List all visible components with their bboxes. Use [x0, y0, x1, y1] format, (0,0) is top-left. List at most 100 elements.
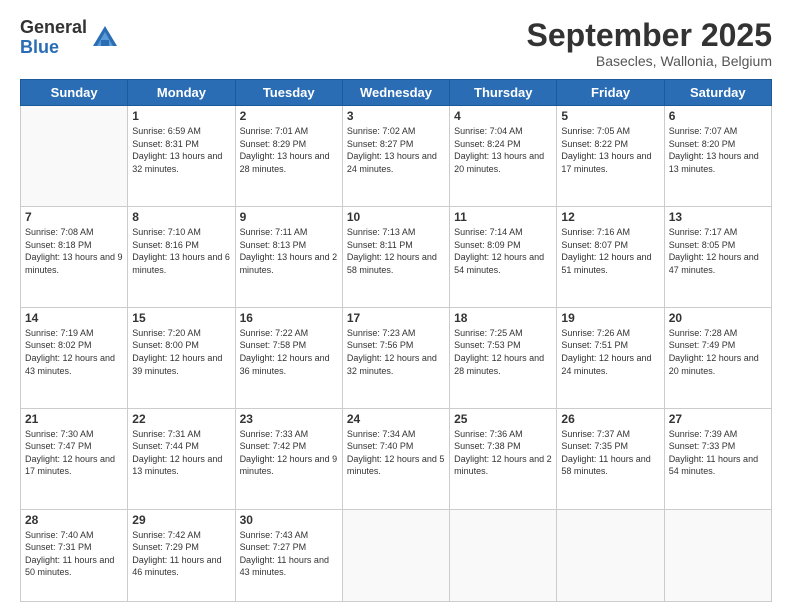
- table-row: 22Sunrise: 7:31 AMSunset: 7:44 PMDayligh…: [128, 408, 235, 509]
- day-info-line: Daylight: 12 hours and 43 minutes.: [25, 353, 115, 376]
- logo-icon: [91, 24, 119, 52]
- day-info-line: Daylight: 11 hours and 54 minutes.: [669, 454, 758, 477]
- day-info-line: Sunset: 7:51 PM: [561, 340, 628, 350]
- day-number: 2: [240, 109, 338, 123]
- day-info-line: Sunset: 7:53 PM: [454, 340, 521, 350]
- day-number: 10: [347, 210, 445, 224]
- day-info: Sunrise: 7:34 AMSunset: 7:40 PMDaylight:…: [347, 428, 445, 478]
- day-info-line: Sunset: 8:27 PM: [347, 139, 414, 149]
- day-info-line: Daylight: 12 hours and 13 minutes.: [132, 454, 222, 477]
- day-number: 23: [240, 412, 338, 426]
- day-info-line: Sunrise: 7:42 AM: [132, 530, 201, 540]
- day-info-line: Sunrise: 7:08 AM: [25, 227, 94, 237]
- day-info: Sunrise: 7:01 AMSunset: 8:29 PMDaylight:…: [240, 125, 338, 175]
- table-row: 5 Sunrise: 7:05 AMSunset: 8:22 PMDaylight…: [557, 106, 664, 207]
- table-row: 16Sunrise: 7:22 AMSunset: 7:58 PMDayligh…: [235, 307, 342, 408]
- day-number: 7: [25, 210, 123, 224]
- logo: General Blue: [20, 18, 119, 58]
- day-info-line: Daylight: 12 hours and 47 minutes.: [669, 252, 759, 275]
- day-info: Sunrise: 7:08 AMSunset: 8:18 PMDaylight:…: [25, 226, 123, 276]
- day-info-line: Sunset: 8:16 PM: [132, 240, 199, 250]
- day-info-line: Daylight: 12 hours and 39 minutes.: [132, 353, 222, 376]
- day-number: 29: [132, 513, 230, 527]
- table-row: [450, 509, 557, 602]
- day-info-line: Sunrise: 7:40 AM: [25, 530, 94, 540]
- header-monday: Monday: [128, 80, 235, 106]
- day-info-line: Daylight: 12 hours and 51 minutes.: [561, 252, 651, 275]
- day-info: Sunrise: 7:23 AMSunset: 7:56 PMDaylight:…: [347, 327, 445, 377]
- day-info-line: Sunset: 7:27 PM: [240, 542, 307, 552]
- day-number: 16: [240, 311, 338, 325]
- day-info-line: Sunrise: 7:31 AM: [132, 429, 201, 439]
- table-row: 30Sunrise: 7:43 AMSunset: 7:27 PMDayligh…: [235, 509, 342, 602]
- day-info-line: Sunrise: 7:30 AM: [25, 429, 94, 439]
- day-number: 28: [25, 513, 123, 527]
- day-info-line: Sunset: 7:58 PM: [240, 340, 307, 350]
- day-info-line: Daylight: 13 hours and 28 minutes.: [240, 151, 330, 174]
- day-info-line: Sunset: 7:44 PM: [132, 441, 199, 451]
- day-number: 17: [347, 311, 445, 325]
- table-row: 4Sunrise: 7:04 AMSunset: 8:24 PMDaylight…: [450, 106, 557, 207]
- day-info-line: Sunset: 7:49 PM: [669, 340, 736, 350]
- day-number: 4: [454, 109, 552, 123]
- day-info-line: Sunrise: 7:34 AM: [347, 429, 416, 439]
- day-info: Sunrise: 7:13 AMSunset: 8:11 PMDaylight:…: [347, 226, 445, 276]
- table-row: 18Sunrise: 7:25 AMSunset: 7:53 PMDayligh…: [450, 307, 557, 408]
- day-info: Sunrise: 7:19 AMSunset: 8:02 PMDaylight:…: [25, 327, 123, 377]
- day-info-line: Daylight: 13 hours and 2 minutes.: [240, 252, 338, 275]
- day-info-line: Sunset: 8:09 PM: [454, 240, 521, 250]
- day-info: Sunrise: 7:31 AM Sunset: 7:44 PM Daylight:…: [132, 428, 230, 478]
- table-row: 28Sunrise: 7:40 AMSunset: 7:31 PMDayligh…: [21, 509, 128, 602]
- table-row: 20Sunrise: 7:28 AMSunset: 7:49 PMDayligh…: [664, 307, 771, 408]
- day-info-line: Daylight: 12 hours and 24 minutes.: [561, 353, 651, 376]
- table-row: [342, 509, 449, 602]
- header-tuesday: Tuesday: [235, 80, 342, 106]
- day-info-line: Sunset: 8:31 PM: [132, 139, 199, 149]
- day-info-line: Sunrise: 7:36 AM: [454, 429, 523, 439]
- table-row: 17Sunrise: 7:23 AMSunset: 7:56 PMDayligh…: [342, 307, 449, 408]
- day-info: Sunrise: 7:36 AMSunset: 7:38 PMDaylight:…: [454, 428, 552, 478]
- day-info-line: Sunset: 7:56 PM: [347, 340, 414, 350]
- logo-text: General Blue: [20, 18, 87, 58]
- day-number: 13: [669, 210, 767, 224]
- day-number: 15: [132, 311, 230, 325]
- day-info-line: Sunrise: 7:23 AM: [347, 328, 416, 338]
- logo-general: General: [20, 18, 87, 38]
- day-number: 5: [561, 109, 659, 123]
- day-info-line: Sunset: 7:42 PM: [240, 441, 307, 451]
- table-row: 14Sunrise: 7:19 AMSunset: 8:02 PMDayligh…: [21, 307, 128, 408]
- table-row: 8Sunrise: 7:10 AMSunset: 8:16 PMDaylight…: [128, 207, 235, 308]
- table-row: [664, 509, 771, 602]
- header-sunday: Sunday: [21, 80, 128, 106]
- day-info-line: Daylight: 11 hours and 50 minutes.: [25, 555, 114, 578]
- day-info-line: Daylight: 12 hours and 36 minutes.: [240, 353, 330, 376]
- day-info-line: Daylight: 12 hours and 17 minutes.: [25, 454, 115, 477]
- table-row: 25Sunrise: 7:36 AMSunset: 7:38 PMDayligh…: [450, 408, 557, 509]
- weekday-header-row: Sunday Monday Tuesday Wednesday Thursday…: [21, 80, 772, 106]
- day-info-line: Sunrise: 7:43 AM: [240, 530, 309, 540]
- day-number: 11: [454, 210, 552, 224]
- day-number: 9: [240, 210, 338, 224]
- calendar-body: 1Sunrise: 6:59 AMSunset: 8:31 PMDaylight…: [21, 106, 772, 602]
- header-thursday: Thursday: [450, 80, 557, 106]
- day-info-line: Daylight: 13 hours and 9 minutes.: [25, 252, 123, 275]
- day-info-line: Daylight: 12 hours and 58 minutes.: [347, 252, 437, 275]
- day-info: Sunrise: 7:05 AMSunset: 8:22 PMDaylight:…: [561, 125, 659, 175]
- day-info-line: Daylight: 13 hours and 32 minutes.: [132, 151, 222, 174]
- day-number: 30: [240, 513, 338, 527]
- day-info-line: Sunset: 7:35 PM: [561, 441, 628, 451]
- table-row: [557, 509, 664, 602]
- day-info: Sunrise: 7:28 AMSunset: 7:49 PMDaylight:…: [669, 327, 767, 377]
- day-info-line: Sunrise: 7:39 AM: [669, 429, 738, 439]
- table-row: 26Sunrise: 7:37 AMSunset: 7:35 PMDayligh…: [557, 408, 664, 509]
- title-block: September 2025 Basecles, Wallonia, Belgi…: [527, 18, 772, 69]
- day-info-line: Sunset: 8:22 PM: [561, 139, 628, 149]
- table-row: 19Sunrise: 7:26 AMSunset: 7:51 PMDayligh…: [557, 307, 664, 408]
- day-info-line: Daylight: 13 hours and 6 minutes.: [132, 252, 230, 275]
- calendar-table: Sunday Monday Tuesday Wednesday Thursday…: [20, 79, 772, 602]
- day-info-line: Sunrise: 7:04 AM: [454, 126, 523, 136]
- table-row: 23Sunrise: 7:33 AMSunset: 7:42 PMDayligh…: [235, 408, 342, 509]
- day-info: Sunrise: 7:16 AMSunset: 8:07 PMDaylight:…: [561, 226, 659, 276]
- day-info: Sunrise: 7:25 AMSunset: 7:53 PMDaylight:…: [454, 327, 552, 377]
- day-info-line: Sunrise: 7:11 AM: [240, 227, 308, 237]
